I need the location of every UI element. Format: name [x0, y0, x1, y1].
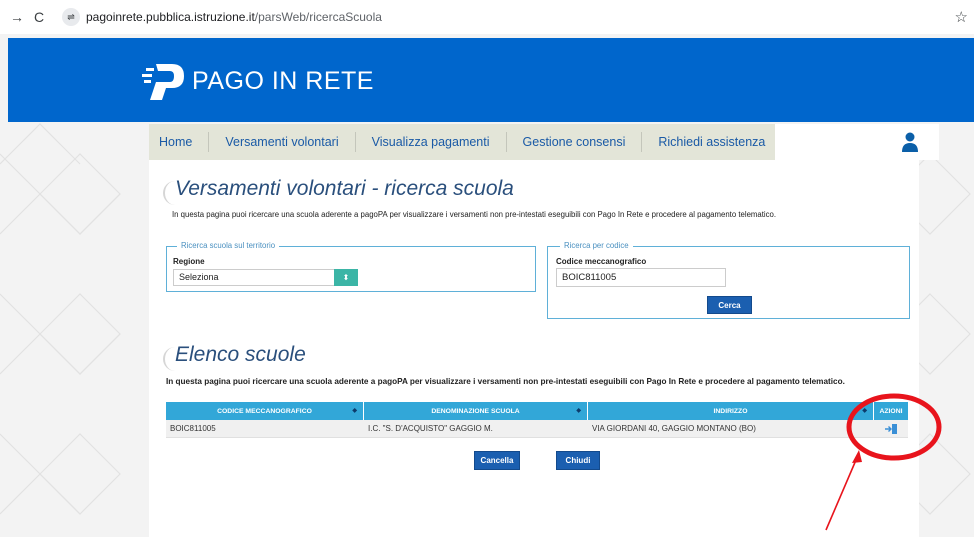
cell-code: BOIC811005 — [170, 424, 216, 433]
site-info-icon[interactable]: ⇌ — [62, 8, 80, 26]
sort-icon[interactable]: ◆ — [352, 407, 357, 414]
bookmark-star-icon[interactable]: ☆ — [955, 8, 968, 26]
code-label: Codice meccanografico — [556, 257, 647, 266]
column-header-denominazione[interactable]: DENOMINAZIONE SCUOLA ◆ — [364, 402, 588, 420]
region-select-value: Seleziona — [179, 272, 219, 282]
table-header: CODICE MECCANOGRAFICO ◆ DENOMINAZIONE SCU… — [166, 402, 908, 420]
sort-icon[interactable]: ◆ — [576, 407, 581, 414]
site-header: PAGO IN RETE — [8, 38, 974, 122]
reload-icon[interactable]: C — [28, 6, 50, 28]
region-select[interactable]: Seleziona ⬍ — [173, 269, 358, 286]
cell-actions — [874, 420, 908, 437]
select-arrows-icon[interactable]: ⬍ — [334, 269, 358, 286]
main-nav: Home Versamenti volontari Visualizza pag… — [149, 124, 939, 160]
column-header-codice[interactable]: CODICE MECCANOGRAFICO ◆ — [166, 402, 364, 420]
table-row: BOIC811005 I.C. "S. D'ACQUISTO" GAGGIO M… — [166, 420, 908, 438]
results-title: Elenco scuole — [175, 343, 306, 366]
browser-toolbar: → C ⇌ pagoinrete.pubblica.istruzione.it/… — [0, 0, 974, 34]
nav-user-area — [775, 124, 939, 160]
url-path: /parsWeb/ricercaScuola — [254, 10, 382, 24]
code-input[interactable]: BOIC811005 — [556, 268, 726, 287]
nav-item-richiedi-assistenza[interactable]: Richiedi assistenza — [642, 132, 781, 152]
schools-table: CODICE MECCANOGRAFICO ◆ DENOMINAZIONE SCU… — [166, 402, 908, 438]
nav-item-gestione-consensi[interactable]: Gestione consensi — [507, 132, 643, 152]
region-label: Regione — [173, 257, 205, 266]
code-legend: Ricerca per codice — [560, 241, 633, 250]
url-host: pagoinrete.pubblica.istruzione.it — [86, 10, 255, 24]
nav-item-home[interactable]: Home — [149, 132, 210, 152]
logo-text: PAGO IN RETE — [192, 66, 374, 95]
nav-item-visualizza-pagamenti[interactable]: Visualizza pagamenti — [356, 132, 507, 152]
territory-search-fieldset: Ricerca scuola sul territorio Regione Se… — [166, 241, 536, 292]
forward-arrow-icon[interactable]: → — [6, 6, 28, 28]
search-description: In questa pagina puoi ricercare una scuo… — [172, 210, 777, 219]
page-title: Versamenti volontari - ricerca scuola — [175, 177, 514, 200]
close-button[interactable]: Chiudi — [556, 451, 600, 470]
cancel-button[interactable]: Cancella — [474, 451, 520, 470]
pago-logo-icon — [142, 64, 184, 100]
results-description: In questa pagina puoi ricercare una scuo… — [166, 377, 845, 386]
column-header-azioni: AZIONI — [879, 407, 903, 415]
column-header-indirizzo[interactable]: INDIRIZZO ◆ — [588, 402, 874, 420]
logo[interactable]: PAGO IN RETE — [142, 60, 374, 102]
cell-name: I.C. "S. D'ACQUISTO" GAGGIO M. — [368, 424, 493, 433]
user-icon[interactable] — [901, 132, 919, 152]
cell-address: VIA GIORDANI 40, GAGGIO MONTANO (BO) — [592, 424, 756, 433]
address-bar[interactable]: pagoinrete.pubblica.istruzione.it/parsWe… — [86, 10, 382, 24]
enter-action-icon[interactable] — [884, 423, 898, 435]
nav-item-versamenti-volontari[interactable]: Versamenti volontari — [209, 132, 356, 152]
territory-legend: Ricerca scuola sul territorio — [177, 241, 280, 250]
search-button[interactable]: Cerca — [707, 296, 752, 314]
sort-icon[interactable]: ◆ — [862, 407, 867, 414]
code-search-fieldset: Ricerca per codice Codice meccanografico… — [547, 241, 910, 319]
